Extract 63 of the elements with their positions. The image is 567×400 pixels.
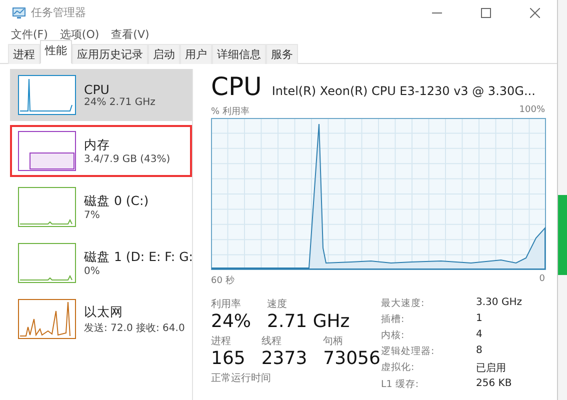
resource-item[interactable]: CPU 24% 2.71 GHz bbox=[10, 69, 192, 121]
resource-name: 内存 bbox=[84, 137, 111, 154]
resource-name: CPU bbox=[84, 82, 110, 97]
resource-name: 以太网 bbox=[84, 304, 124, 320]
resource-name: 磁盘 1 (D: E: F: G: bbox=[84, 249, 193, 266]
resource-detail: 0% bbox=[84, 266, 101, 277]
tab[interactable]: 详细信息 bbox=[212, 44, 266, 64]
stat-label: 线程 bbox=[261, 334, 282, 348]
stat-label: 句柄 bbox=[323, 334, 344, 348]
usage-graph-thumbnail bbox=[18, 243, 76, 283]
menu-item[interactable]: 文件(F) bbox=[11, 26, 48, 42]
stat-value: 165 bbox=[211, 348, 246, 369]
resource-item[interactable]: 以太网 发送: 72.0 接收: 64.0 bbox=[10, 293, 192, 345]
axis-min-label: 0 bbox=[539, 274, 545, 286]
tab[interactable]: 服务 bbox=[266, 44, 298, 64]
spec-label: 最大速度: bbox=[381, 297, 426, 310]
resource-item[interactable]: 内存 3.4/7.9 GB (43%) bbox=[10, 125, 192, 177]
tab[interactable]: 性能 bbox=[40, 40, 72, 64]
resource-title: CPU bbox=[211, 72, 262, 101]
uptime-label: 正常运行时间 bbox=[211, 372, 272, 385]
resource-item[interactable]: 磁盘 1 (D: E: F: G: 0% bbox=[10, 237, 192, 289]
resource-detail: 3.4/7.9 GB (43%) bbox=[84, 154, 170, 165]
usage-graph-thumbnail bbox=[18, 187, 76, 227]
spec-value: 8 bbox=[476, 345, 484, 358]
stat-value: 24% bbox=[211, 311, 252, 332]
close-icon bbox=[530, 8, 540, 18]
spec-value: 已启用 bbox=[476, 362, 507, 375]
usage-graph-thumbnail bbox=[18, 299, 76, 339]
window-title: 任务管理器 bbox=[31, 5, 87, 20]
stat-label: 利用率 bbox=[211, 298, 242, 311]
stat-value: 2373 bbox=[261, 348, 308, 369]
stat-value: 73056 bbox=[323, 348, 380, 369]
monitor-icon bbox=[12, 6, 26, 18]
axis-max-label: 100% bbox=[519, 105, 545, 117]
spec-value: 4 bbox=[476, 329, 484, 342]
spec-label: 插槽: bbox=[381, 313, 406, 326]
stat-label: 速度 bbox=[267, 298, 288, 311]
usage-graph-thumbnail bbox=[18, 131, 76, 171]
maximize-icon bbox=[481, 8, 491, 18]
tab[interactable]: 启动 bbox=[148, 44, 180, 64]
resource-detail: 发送: 72.0 接收: 64.0 bbox=[84, 322, 185, 334]
resource-detail: 7% bbox=[84, 210, 101, 221]
spec-label: 虚拟化: bbox=[381, 361, 416, 375]
stat-value: 2.71 GHz bbox=[267, 311, 350, 332]
resource-name: 磁盘 0 (C:) bbox=[84, 193, 149, 210]
processor-model: Intel(R) Xeon(R) CPU E3-1230 v3 @ 3.30G... bbox=[272, 84, 536, 98]
usage-graph-thumbnail bbox=[18, 75, 76, 115]
spec-value: 1 bbox=[476, 313, 484, 326]
menu-item[interactable]: 查看(V) bbox=[111, 26, 150, 42]
resource-detail: 24% 2.71 GHz bbox=[84, 97, 156, 108]
spec-label: 内核: bbox=[381, 329, 406, 342]
menu-item[interactable]: 选项(O) bbox=[60, 26, 100, 42]
time-span-label: 60 秒 bbox=[211, 274, 234, 287]
tab[interactable]: 用户 bbox=[180, 44, 212, 64]
stat-label: 进程 bbox=[211, 334, 232, 348]
spec-value: 256 KB bbox=[476, 378, 513, 391]
tab[interactable]: 进程 bbox=[8, 44, 40, 64]
spec-label: L1 缓存: bbox=[381, 378, 420, 391]
axis-label: % 利用率 bbox=[211, 106, 250, 118]
resource-item[interactable]: 磁盘 0 (C:) 7% bbox=[10, 181, 192, 233]
tab[interactable]: 应用历史记录 bbox=[72, 44, 148, 64]
spec-value: 3.30 GHz bbox=[476, 297, 522, 310]
spec-label: 逻辑处理器: bbox=[381, 345, 436, 358]
